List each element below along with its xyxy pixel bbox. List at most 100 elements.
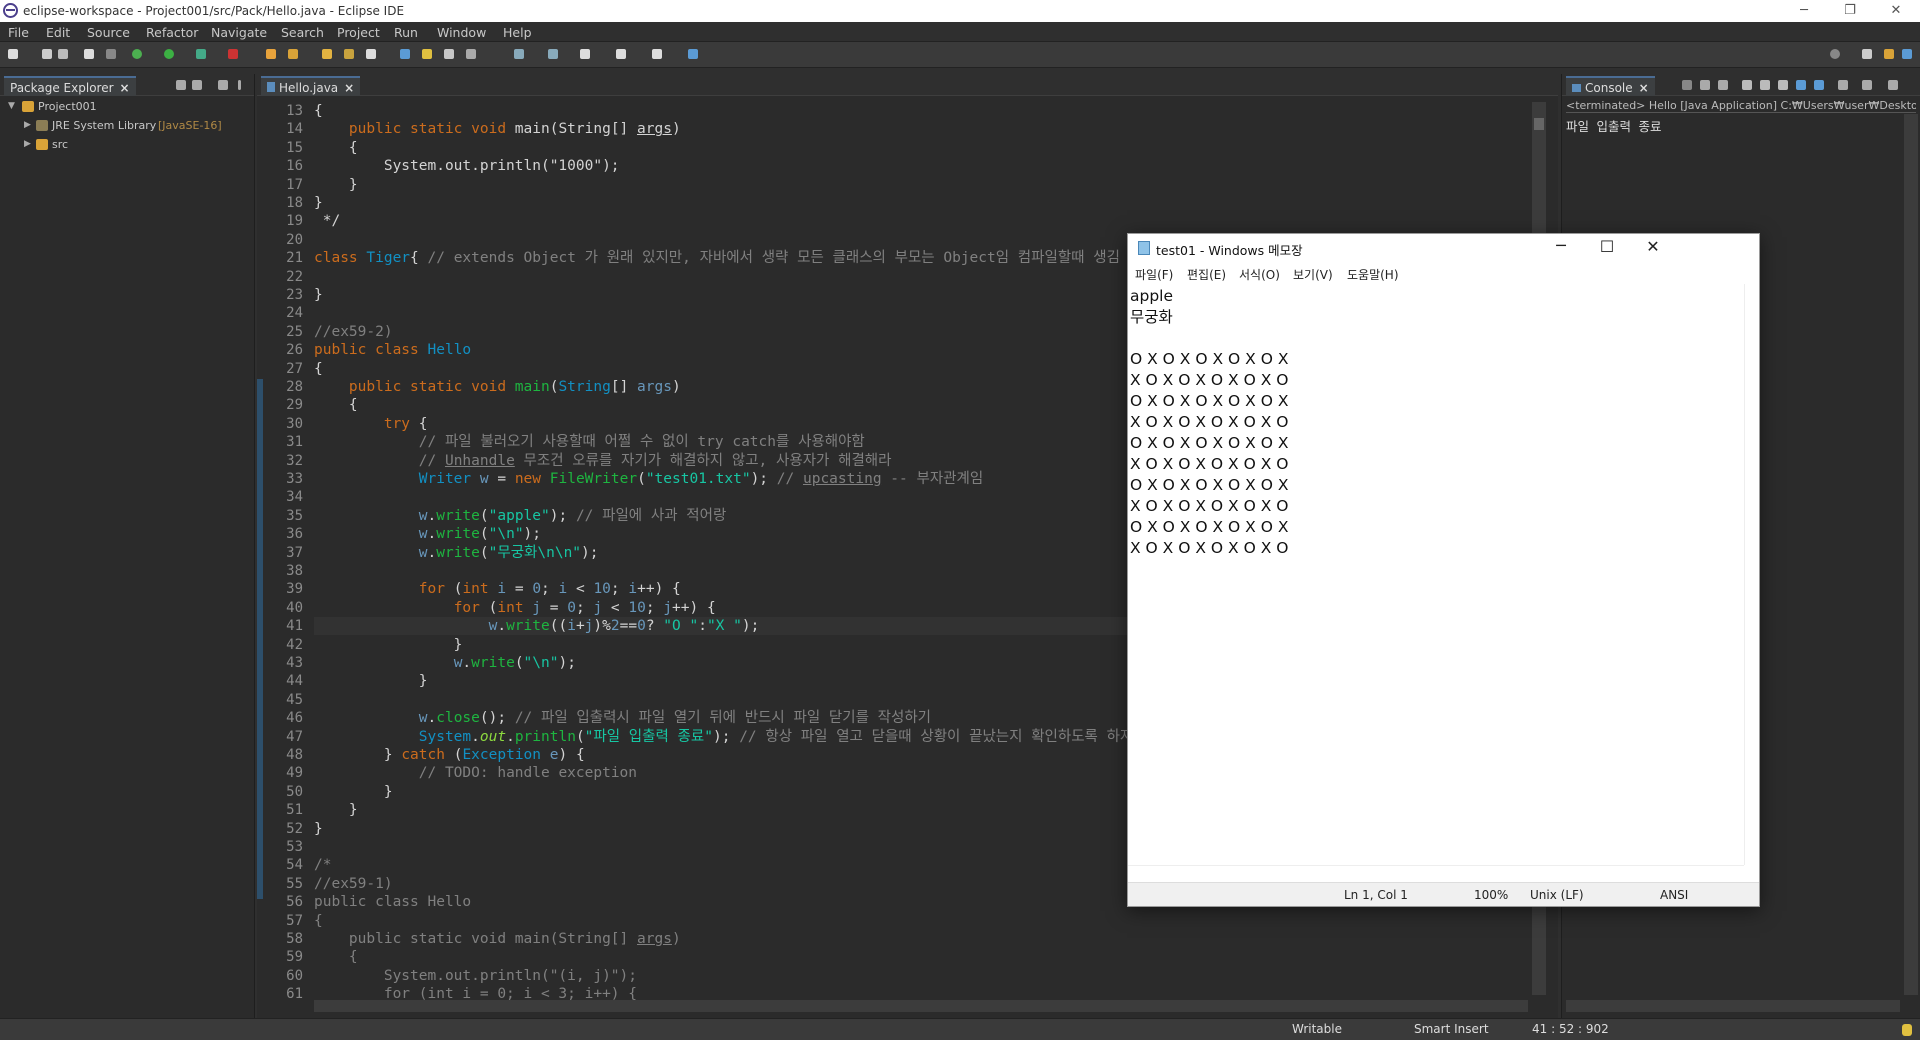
close-icon[interactable]: × — [344, 81, 354, 95]
close-button[interactable]: ✕ — [1873, 0, 1919, 22]
code-line[interactable]: System.out.println("1000"); — [314, 157, 1554, 175]
terminate-icon[interactable] — [1682, 80, 1692, 90]
show-whitespace-icon[interactable] — [466, 49, 476, 59]
notepad-menu-view[interactable]: 보기(V) — [1293, 266, 1333, 283]
notepad-status-bar: Ln 1, Col 1 100% Unix (LF) ANSI — [1128, 882, 1759, 906]
editor-horizontal-scrollbar[interactable] — [314, 1000, 1528, 1012]
notepad-menu-edit[interactable]: 편집(E) — [1187, 266, 1226, 283]
open-console-icon[interactable] — [1888, 80, 1898, 90]
notification-icon[interactable] — [1902, 1024, 1912, 1036]
show-stderr-icon[interactable] — [1814, 80, 1824, 90]
new-package-icon[interactable] — [288, 49, 298, 59]
chevron-down-icon[interactable]: ▼ — [8, 101, 15, 111]
notepad-window[interactable]: test01 - Windows 메모장 ─ ☐ ✕ 파일(F) 편집(E) 서… — [1127, 233, 1760, 907]
save-all-icon[interactable] — [58, 49, 68, 59]
notepad-menu-format[interactable]: 서식(O) — [1239, 266, 1280, 283]
notepad-horizontal-scrollbar[interactable] — [1128, 865, 1744, 882]
save-icon[interactable] — [42, 49, 52, 59]
pin-editor-icon[interactable] — [688, 49, 698, 59]
menu-file[interactable]: File — [8, 25, 29, 40]
line-number: 13 — [286, 103, 303, 119]
insert-mode-status: Smart Insert — [1414, 1022, 1489, 1036]
code-line[interactable]: { — [314, 912, 1554, 930]
pin-console-icon[interactable] — [1838, 80, 1848, 90]
menu-help[interactable]: Help — [503, 25, 532, 40]
chevron-right-icon[interactable]: ▶ — [24, 139, 31, 149]
menu-refactor[interactable]: Refactor — [146, 25, 198, 40]
open-task-icon[interactable] — [344, 49, 354, 59]
notepad-menu-help[interactable]: 도움말(H) — [1347, 266, 1399, 283]
notepad-maximize-button[interactable]: ☐ — [1584, 237, 1630, 256]
open-perspective-icon[interactable] — [1862, 49, 1872, 59]
notepad-close-button[interactable]: ✕ — [1630, 237, 1676, 256]
toggle-mark-icon[interactable] — [400, 49, 410, 59]
remove-launch-icon[interactable] — [1700, 80, 1710, 90]
minimize-button[interactable]: ─ — [1781, 0, 1827, 22]
code-line[interactable]: } — [314, 176, 1554, 194]
code-line[interactable]: } — [314, 194, 1554, 212]
close-icon[interactable]: × — [1639, 81, 1649, 95]
focus-icon[interactable] — [218, 80, 228, 90]
tab-hello-java[interactable]: Hello.java × — [261, 76, 361, 96]
highlight-icon[interactable] — [422, 49, 432, 59]
java-perspective-icon[interactable] — [1884, 49, 1894, 59]
code-line[interactable]: { — [314, 102, 1554, 120]
scroll-lock-icon[interactable] — [1760, 80, 1770, 90]
back-icon[interactable] — [616, 49, 626, 59]
console-horizontal-scrollbar[interactable] — [1566, 1000, 1900, 1012]
notepad-text-area[interactable]: apple 무궁화 O X O X O X O X O X X O X O X … — [1130, 286, 1740, 866]
notepad-menu-file[interactable]: 파일(F) — [1135, 266, 1173, 283]
console-tabbar: Console × — [1562, 74, 1920, 96]
code-line[interactable]: public static void main(String[] args) — [314, 120, 1554, 138]
menu-navigate[interactable]: Navigate — [211, 25, 267, 40]
display-console-icon[interactable] — [1862, 80, 1872, 90]
last-edit-icon[interactable] — [580, 49, 590, 59]
word-wrap-icon[interactable] — [1778, 80, 1788, 90]
prev-annotation-icon[interactable] — [548, 49, 558, 59]
notepad-vertical-scrollbar[interactable] — [1744, 284, 1759, 865]
code-line[interactable]: System.out.println("(i, j)"); — [314, 967, 1554, 985]
debug-perspective-icon[interactable] — [1902, 49, 1912, 59]
menu-edit[interactable]: Edit — [46, 25, 70, 40]
menu-run[interactable]: Run — [394, 25, 418, 40]
show-stdout-icon[interactable] — [1796, 80, 1806, 90]
skip-breakpoints-icon[interactable] — [106, 49, 116, 59]
scroll-thumb[interactable] — [1534, 118, 1544, 130]
next-annotation-icon[interactable] — [514, 49, 524, 59]
notepad-minimize-button[interactable]: ─ — [1538, 236, 1584, 255]
clear-console-icon[interactable] — [1742, 80, 1752, 90]
quick-access-search-icon[interactable] — [1830, 49, 1840, 59]
console-vertical-scrollbar[interactable] — [1904, 114, 1918, 995]
close-icon[interactable]: × — [120, 81, 130, 95]
block-select-icon[interactable] — [444, 49, 454, 59]
code-line[interactable]: { — [314, 948, 1554, 966]
remove-all-icon[interactable] — [1718, 80, 1728, 90]
external-tools-icon[interactable] — [228, 49, 238, 59]
tab-package-explorer[interactable]: Package Explorer × — [4, 76, 136, 96]
menu-source[interactable]: Source — [87, 25, 130, 40]
tab-console[interactable]: Console × — [1566, 76, 1655, 96]
line-number: 15 — [286, 139, 303, 156]
menu-project[interactable]: Project — [337, 25, 380, 40]
new-java-project-icon[interactable] — [266, 49, 276, 59]
open-type-icon[interactable] — [322, 49, 332, 59]
menu-window[interactable]: Window — [437, 25, 486, 40]
search-icon[interactable] — [366, 49, 376, 59]
chevron-right-icon[interactable]: ▶ — [24, 120, 31, 130]
view-menu-icon[interactable] — [238, 80, 241, 90]
console-output: 파일 입출력 종료 — [1566, 119, 1662, 134]
line-number: 58 — [286, 931, 303, 947]
new-icon[interactable] — [8, 49, 18, 59]
coverage-icon[interactable] — [196, 49, 206, 59]
print-icon[interactable] — [84, 49, 94, 59]
link-editor-icon[interactable] — [192, 80, 202, 90]
code-line[interactable]: public static void main(String[] args) — [314, 930, 1554, 948]
menu-search[interactable]: Search — [281, 25, 324, 40]
debug-icon[interactable] — [132, 49, 142, 59]
restore-button[interactable]: ❐ — [1827, 0, 1873, 22]
code-line[interactable]: */ — [314, 212, 1554, 230]
run-icon[interactable] — [164, 49, 174, 59]
code-line[interactable]: { — [314, 139, 1554, 157]
collapse-all-icon[interactable] — [176, 80, 186, 90]
forward-icon[interactable] — [652, 49, 662, 59]
